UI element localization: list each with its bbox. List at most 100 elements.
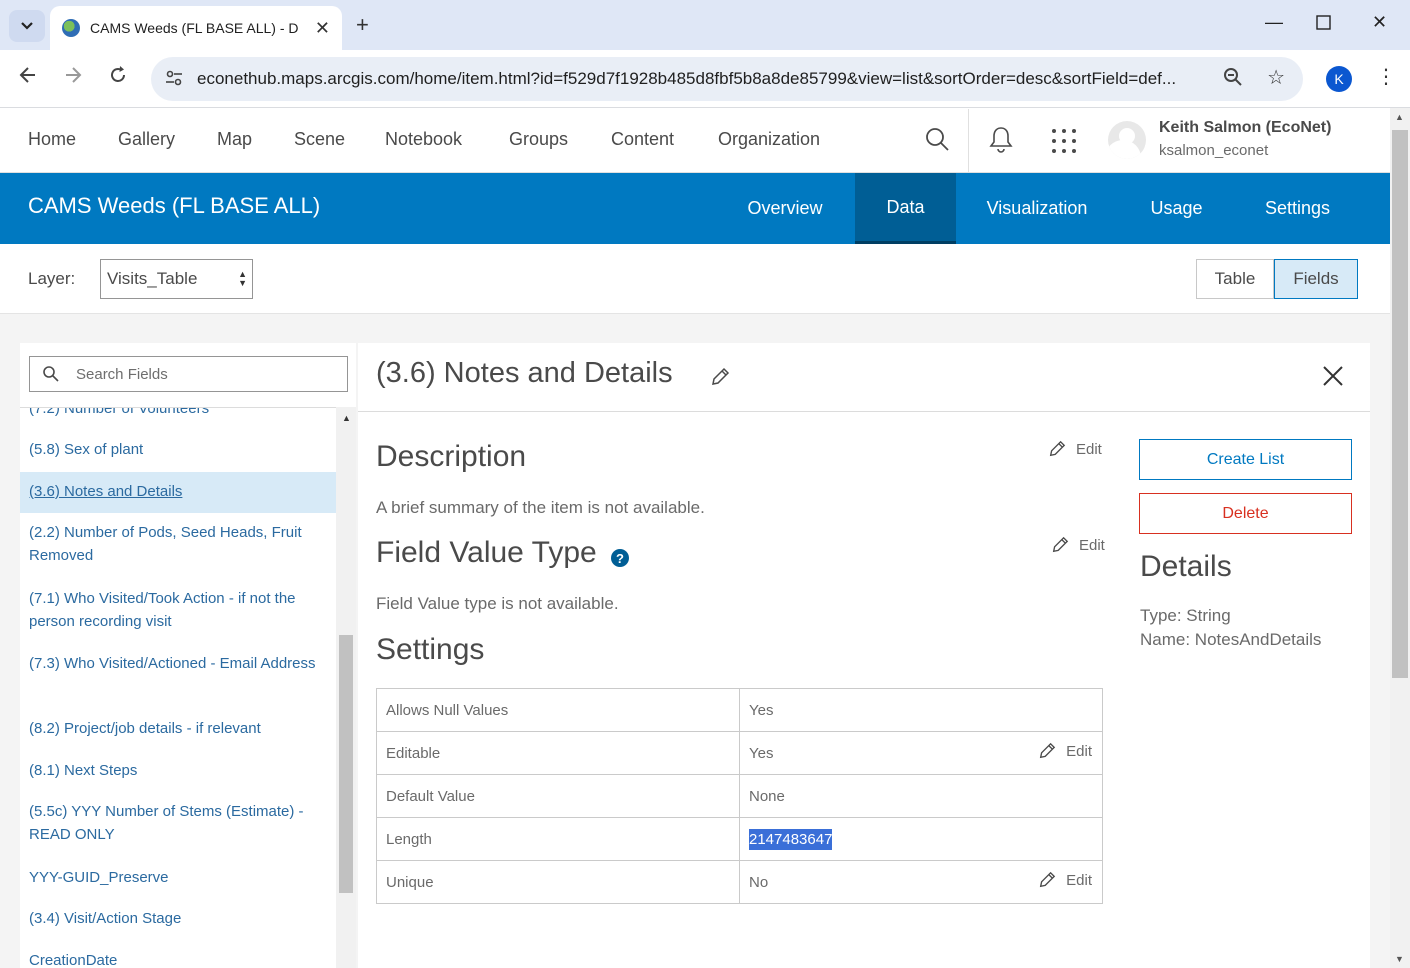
nav-organization[interactable]: Organization xyxy=(718,129,820,150)
fields-list-panel: Search Fields (7.2) Number of Volunteers… xyxy=(20,343,356,968)
layer-toolbar: Layer: Visits_Table ▲ ▼ Table Fields xyxy=(0,244,1390,314)
nav-home[interactable]: Home xyxy=(28,129,76,150)
new-tab-icon[interactable]: + xyxy=(356,12,369,38)
layer-select-value: Visits_Table xyxy=(107,269,198,288)
search-icon xyxy=(43,366,59,382)
nav-notebook[interactable]: Notebook xyxy=(385,129,462,150)
list-item[interactable]: (8.2) Project/job details - if relevant xyxy=(20,717,336,740)
setting-value-cell: 2147483647 xyxy=(739,817,1103,861)
field-detail-header: (3.6) Notes and Details xyxy=(358,343,1370,412)
field-list-scrollbar[interactable]: ▲ xyxy=(336,407,356,968)
field-detail-panel: (3.6) Notes and Details Description Edit… xyxy=(358,343,1370,968)
edit-title-pencil-icon[interactable] xyxy=(710,367,730,392)
setting-name: Unique xyxy=(376,860,740,904)
site-favicon-icon xyxy=(62,19,80,37)
list-item[interactable]: (3.4) Visit/Action Stage xyxy=(20,907,336,930)
reload-icon[interactable] xyxy=(108,65,128,91)
nav-scene[interactable]: Scene xyxy=(294,129,345,150)
pencil-icon xyxy=(1039,871,1056,888)
setting-value-cell: No Edit xyxy=(739,860,1103,904)
profile-avatar[interactable]: K xyxy=(1326,66,1352,92)
minimize-icon[interactable]: — xyxy=(1265,12,1283,33)
search-icon[interactable] xyxy=(924,126,950,152)
page-scrollbar[interactable]: ▲ ▼ xyxy=(1390,108,1410,968)
close-icon[interactable] xyxy=(1322,365,1344,392)
setting-value-cell: Yes Edit xyxy=(739,731,1103,775)
nav-content[interactable]: Content xyxy=(611,129,674,150)
setting-value: Yes xyxy=(749,744,774,762)
edit-label: Edit xyxy=(1076,440,1102,458)
setting-name: Editable xyxy=(376,731,740,775)
browser-menu-icon[interactable]: ⋮ xyxy=(1376,64,1396,89)
user-id: ksalmon_econet xyxy=(1159,142,1269,159)
maximize-icon[interactable] xyxy=(1316,14,1331,35)
setting-value: Yes xyxy=(739,688,1103,732)
window-close-icon[interactable]: ✕ xyxy=(1372,12,1387,33)
table-view-button[interactable]: Table xyxy=(1196,259,1274,299)
list-item[interactable]: (7.3) Who Visited/Actioned - Email Addre… xyxy=(20,652,336,675)
edit-label: Edit xyxy=(1079,536,1105,554)
pencil-icon xyxy=(1052,536,1069,553)
edit-value-type-link[interactable]: Edit xyxy=(1051,536,1105,554)
nav-groups[interactable]: Groups xyxy=(509,129,568,150)
browser-tabstrip: CAMS Weeds (FL BASE ALL) - D ✕ + — ✕ xyxy=(0,0,1410,50)
nav-map[interactable]: Map xyxy=(217,129,252,150)
close-tab-icon[interactable]: ✕ xyxy=(315,18,330,39)
site-info-icon[interactable] xyxy=(165,70,185,89)
field-list-scrollbar-thumb[interactable] xyxy=(339,635,353,893)
tab-settings[interactable]: Settings xyxy=(1235,173,1360,244)
zoom-icon[interactable] xyxy=(1223,67,1243,92)
details-type: Type: String xyxy=(1140,606,1231,625)
address-bar[interactable]: econethub.maps.arcgis.com/home/item.html… xyxy=(151,57,1303,101)
delete-button[interactable]: Delete xyxy=(1139,493,1352,534)
scroll-down-icon[interactable]: ▼ xyxy=(1395,954,1404,964)
tab-title: CAMS Weeds (FL BASE ALL) - D xyxy=(90,20,299,36)
tab-overview[interactable]: Overview xyxy=(716,173,854,244)
list-item[interactable]: (2.2) Number of Pods, Seed Heads, Fruit … xyxy=(20,521,336,567)
description-text: A brief summary of the item is not avail… xyxy=(376,498,705,517)
back-icon[interactable] xyxy=(18,65,38,91)
forward-icon[interactable] xyxy=(63,65,83,91)
search-fields-input[interactable]: Search Fields xyxy=(29,356,348,392)
layer-select[interactable]: Visits_Table ▲ ▼ xyxy=(100,259,253,299)
scroll-up-icon[interactable]: ▲ xyxy=(342,413,351,423)
item-title: CAMS Weeds (FL BASE ALL) xyxy=(28,193,321,218)
item-header-bar: CAMS Weeds (FL BASE ALL) Overview Data V… xyxy=(0,173,1390,244)
nav-gallery[interactable]: Gallery xyxy=(118,129,175,150)
tab-visualization[interactable]: Visualization xyxy=(956,173,1118,244)
field-title: (3.6) Notes and Details xyxy=(376,357,673,389)
table-row: Default Value None xyxy=(376,774,1103,818)
setting-value: No xyxy=(749,873,769,891)
edit-description-link[interactable]: Edit xyxy=(1048,440,1102,458)
header-divider xyxy=(968,109,969,172)
list-item[interactable]: (7.2) Number of Volunteers xyxy=(20,408,336,420)
tab-data[interactable]: Data xyxy=(855,173,956,244)
setting-value: None xyxy=(739,774,1103,818)
list-item[interactable]: CreationDate xyxy=(20,949,336,968)
tab-search-button[interactable] xyxy=(9,10,45,42)
app-launcher-icon[interactable] xyxy=(1052,129,1076,153)
setting-value-selected: 2147483647 xyxy=(749,828,833,850)
help-icon[interactable]: ? xyxy=(611,549,629,567)
edit-unique-link[interactable]: Edit xyxy=(1038,871,1092,889)
create-list-button[interactable]: Create List xyxy=(1139,439,1352,480)
user-avatar[interactable] xyxy=(1108,121,1146,159)
settings-table: Allows Null Values Yes Editable Yes Edit… xyxy=(376,688,1103,904)
notifications-bell-icon[interactable] xyxy=(988,125,1014,158)
list-item[interactable]: (8.1) Next Steps xyxy=(20,759,336,782)
tab-usage[interactable]: Usage xyxy=(1118,173,1235,244)
browser-tab[interactable]: CAMS Weeds (FL BASE ALL) - D ✕ xyxy=(50,6,342,50)
list-item[interactable]: (5.8) Sex of plant xyxy=(20,438,336,461)
scroll-up-icon[interactable]: ▲ xyxy=(1395,112,1404,122)
edit-editable-link[interactable]: Edit xyxy=(1038,742,1092,760)
fields-view-button[interactable]: Fields xyxy=(1274,259,1358,299)
list-item[interactable]: (5.5c) YYY Number of Stems (Estimate) - … xyxy=(20,800,336,846)
edit-label: Edit xyxy=(1066,871,1092,889)
list-item[interactable]: YYY-GUID_Preserve xyxy=(20,866,336,889)
user-name[interactable]: Keith Salmon (EcoNet) xyxy=(1159,119,1331,137)
list-item-selected[interactable]: (3.6) Notes and Details xyxy=(20,472,336,513)
page-scrollbar-thumb[interactable] xyxy=(1392,130,1408,678)
list-item[interactable]: (7.1) Who Visited/Took Action - if not t… xyxy=(20,587,336,633)
setting-name: Default Value xyxy=(376,774,740,818)
bookmark-star-icon[interactable]: ☆ xyxy=(1267,65,1285,90)
